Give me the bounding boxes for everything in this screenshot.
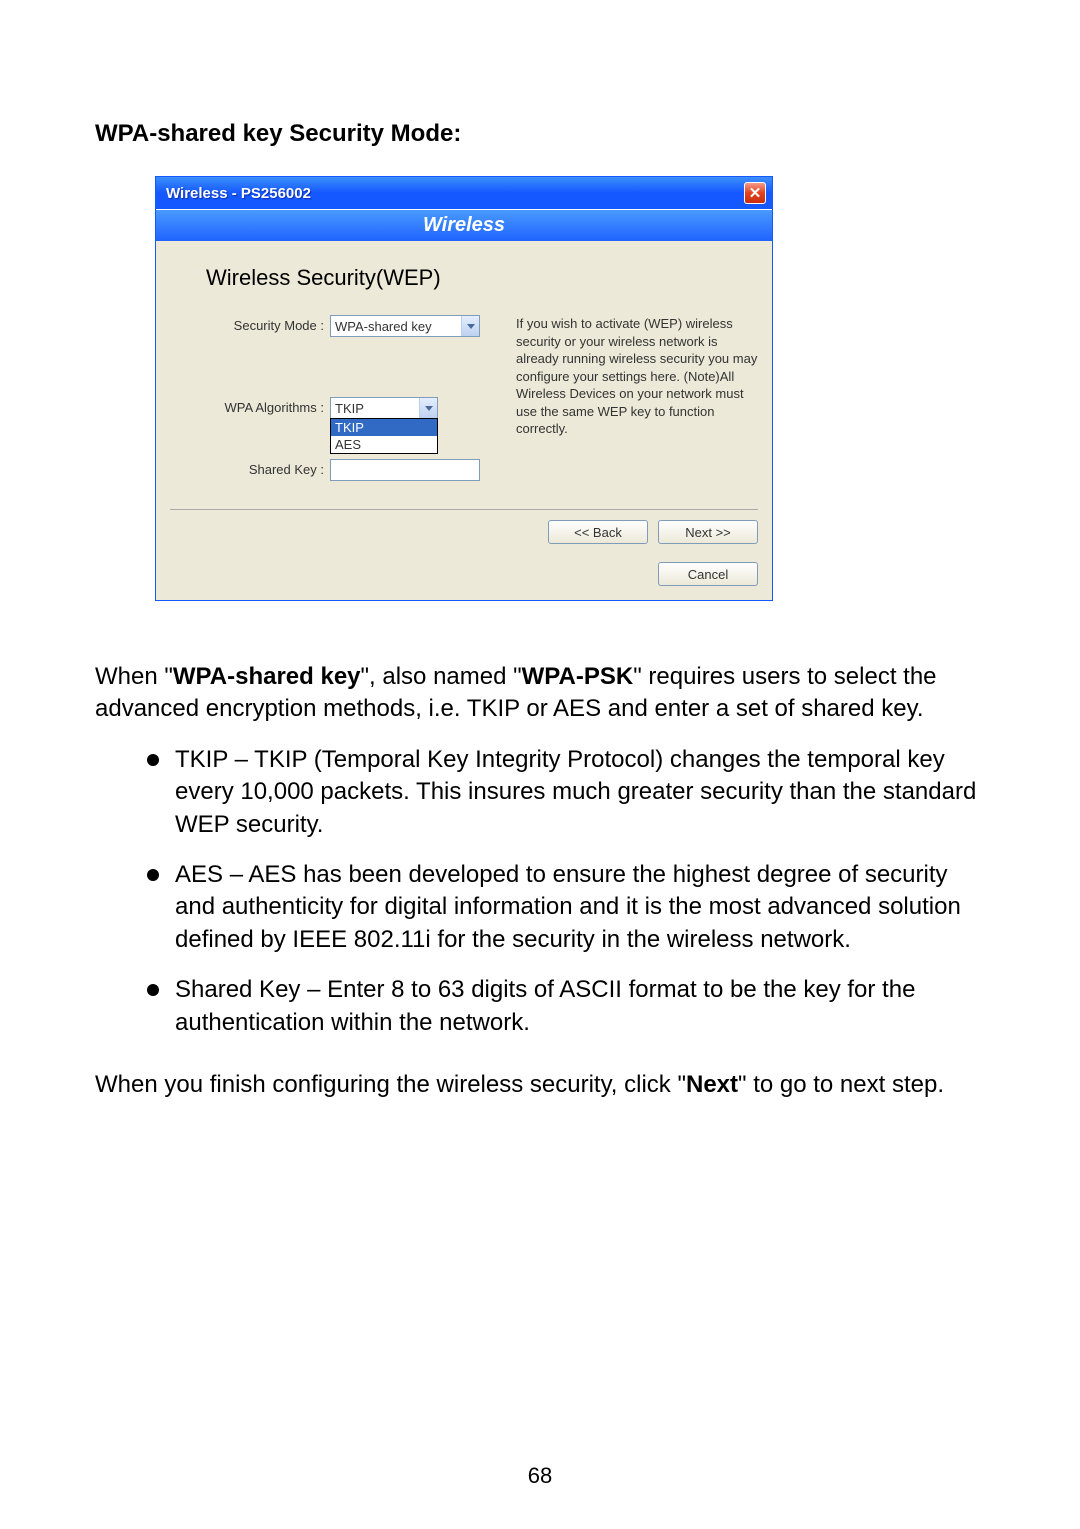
security-mode-label: Security Mode : [170, 315, 330, 333]
chevron-down-icon [419, 398, 437, 418]
wpa-algo-value: TKIP [331, 401, 419, 416]
section-header: Wireless [156, 209, 772, 241]
security-mode-row: Security Mode : WPA-shared key [170, 315, 500, 337]
shared-key-row: Shared Key : [170, 459, 500, 481]
wpa-algo-label: WPA Algorithms : [170, 397, 330, 415]
section-heading: WPA-shared key Security Mode: [95, 120, 985, 148]
shared-key-input[interactable] [330, 459, 480, 481]
list-item: Shared Key – Enter 8 to 63 digits of ASC… [167, 974, 985, 1039]
security-mode-select[interactable]: WPA-shared key [330, 315, 480, 337]
title-bar: Wireless - PS256002 ✕ [156, 177, 772, 209]
text: ", also named " [361, 663, 522, 690]
security-mode-value: WPA-shared key [331, 319, 461, 334]
inner-heading: Wireless Security(WEP) [206, 265, 758, 291]
close-icon: ✕ [749, 184, 762, 202]
nav-button-row: << Back Next >> [170, 509, 758, 544]
wpa-algo-dropdown: TKIP AES [330, 418, 438, 454]
dialog-window: Wireless - PS256002 ✕ Wireless Wireless … [155, 176, 773, 601]
bold-text: WPA-PSK [522, 663, 634, 690]
window-title: Wireless - PS256002 [166, 185, 311, 202]
help-text: If you wish to activate (WEP) wireless s… [516, 315, 758, 438]
text: When you finish configuring the wireless… [95, 1071, 686, 1098]
list-item: TKIP – TKIP (Temporal Key Integrity Prot… [167, 744, 985, 841]
bold-text: Next [686, 1071, 738, 1098]
list-item: AES – AES has been developed to ensure t… [167, 859, 985, 956]
chevron-down-icon [461, 316, 479, 336]
wpa-algo-row: WPA Algorithms : TKIP TKIP AES [170, 397, 500, 419]
paragraph-1: When "WPA-shared key", also named "WPA-P… [95, 661, 985, 726]
shared-key-label: Shared Key : [170, 459, 330, 477]
text: " to go to next step. [738, 1071, 944, 1098]
form-area: Security Mode : WPA-shared key WPA Algor… [170, 315, 758, 491]
dropdown-item-aes[interactable]: AES [331, 436, 437, 453]
cancel-button[interactable]: Cancel [658, 562, 758, 586]
form-left: Security Mode : WPA-shared key WPA Algor… [170, 315, 500, 491]
cancel-row: Cancel [170, 562, 758, 586]
paragraph-2: When you finish configuring the wireless… [95, 1069, 985, 1101]
back-button[interactable]: << Back [548, 520, 648, 544]
next-button[interactable]: Next >> [658, 520, 758, 544]
wpa-algo-select[interactable]: TKIP TKIP AES [330, 397, 438, 419]
dropdown-item-tkip[interactable]: TKIP [331, 419, 437, 436]
dialog-body: Wireless Security(WEP) Security Mode : W… [156, 241, 772, 600]
bullet-list: TKIP – TKIP (Temporal Key Integrity Prot… [167, 744, 985, 1039]
bold-text: WPA-shared key [173, 663, 361, 690]
close-button[interactable]: ✕ [744, 182, 766, 204]
page-number: 68 [0, 1463, 1080, 1489]
text: When " [95, 663, 173, 690]
